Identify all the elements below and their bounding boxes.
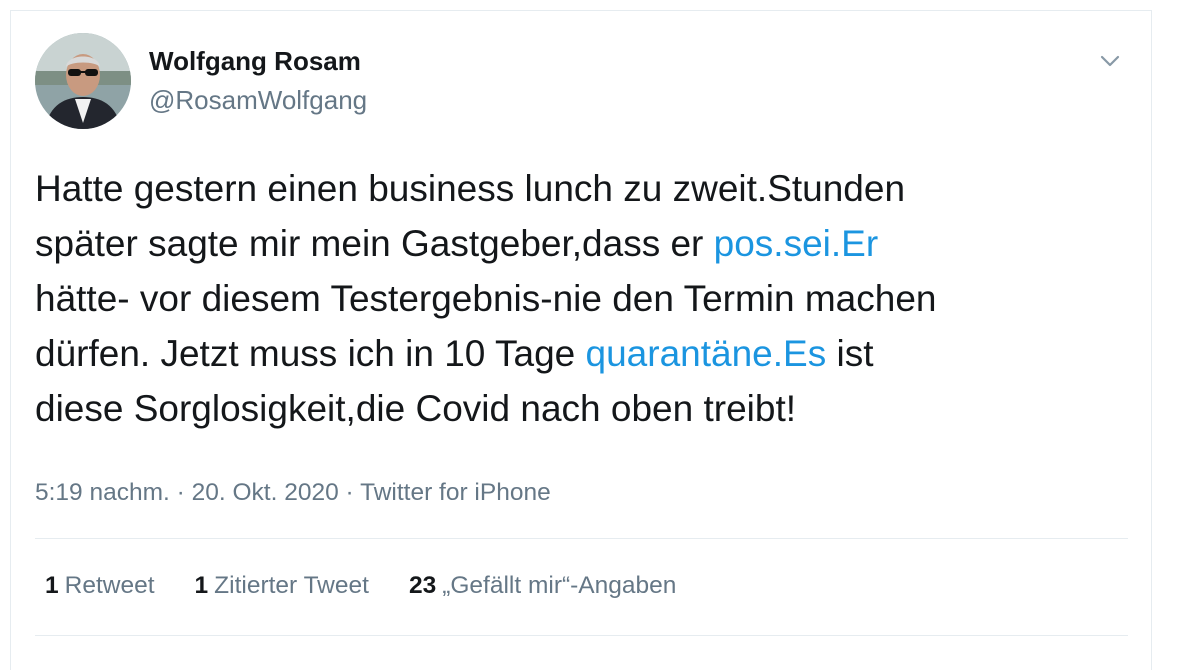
quotes-stat[interactable]: 1 Zitierter Tweet [195, 572, 369, 600]
tweet-line-1: Hatte gestern einen business lunch zu zw… [35, 168, 906, 209]
likes-stat[interactable]: 23 „Gefällt mir“-Angaben [409, 572, 676, 600]
quotes-count: 1 [194, 572, 209, 599]
link-pos-sei[interactable]: pos.sei.Er [714, 223, 879, 264]
author-name[interactable]: Wolfgang Rosam [149, 46, 361, 77]
link-quarantaene[interactable]: quarantäne.Es [586, 333, 827, 374]
quotes-label: Zitierter Tweet [214, 572, 369, 599]
tweet-text: Hatte gestern einen business lunch zu zw… [35, 161, 1140, 436]
tweet-line-5: diese Sorglosigkeit,die Covid nach oben … [35, 388, 797, 429]
tweet-line-2: später sagte mir mein Gastgeber,dass er … [35, 216, 1140, 271]
tweet-line-4-text: dürfen. Jetzt muss ich in 10 Tage [35, 333, 586, 374]
tweet-source[interactable]: Twitter for iPhone [360, 479, 551, 506]
chevron-down-icon[interactable] [1096, 47, 1124, 75]
author-handle[interactable]: @RosamWolfgang [149, 85, 367, 116]
divider-top [35, 538, 1128, 539]
likes-count: 23 [408, 572, 437, 599]
retweets-stat[interactable]: 1 Retweet [45, 572, 155, 600]
tweet-stats: 1 Retweet 1 Zitierter Tweet 23 „Gefällt mir… [45, 572, 676, 600]
tweet-line-2-text: später sagte mir mein Gastgeber,dass er [35, 223, 714, 264]
meta-separator: · [169, 479, 192, 506]
avatar[interactable] [35, 33, 131, 129]
tweet-line-4-tail: ist [826, 333, 874, 374]
tweet-meta: 5:19 nachm. · 20. Okt. 2020 · Twitter fo… [35, 479, 551, 507]
avatar-photo [35, 33, 131, 129]
tweet-line-3: hätte- vor diesem Testergebnis-nie den T… [35, 278, 937, 319]
tweet-line-4: dürfen. Jetzt muss ich in 10 Tage quaran… [35, 326, 1140, 381]
retweets-label: Retweet [64, 572, 155, 599]
meta-separator-2: · [338, 479, 361, 506]
divider-bottom [35, 635, 1128, 636]
tweet-card: Wolfgang Rosam @RosamWolfgang Hatte gest… [10, 10, 1152, 670]
likes-label: „Gefällt mir“-Angaben [442, 572, 677, 599]
tweet-date[interactable]: 20. Okt. 2020 [192, 479, 339, 506]
tweet-time[interactable]: 5:19 nachm. [35, 479, 170, 506]
retweets-count: 1 [45, 572, 59, 599]
